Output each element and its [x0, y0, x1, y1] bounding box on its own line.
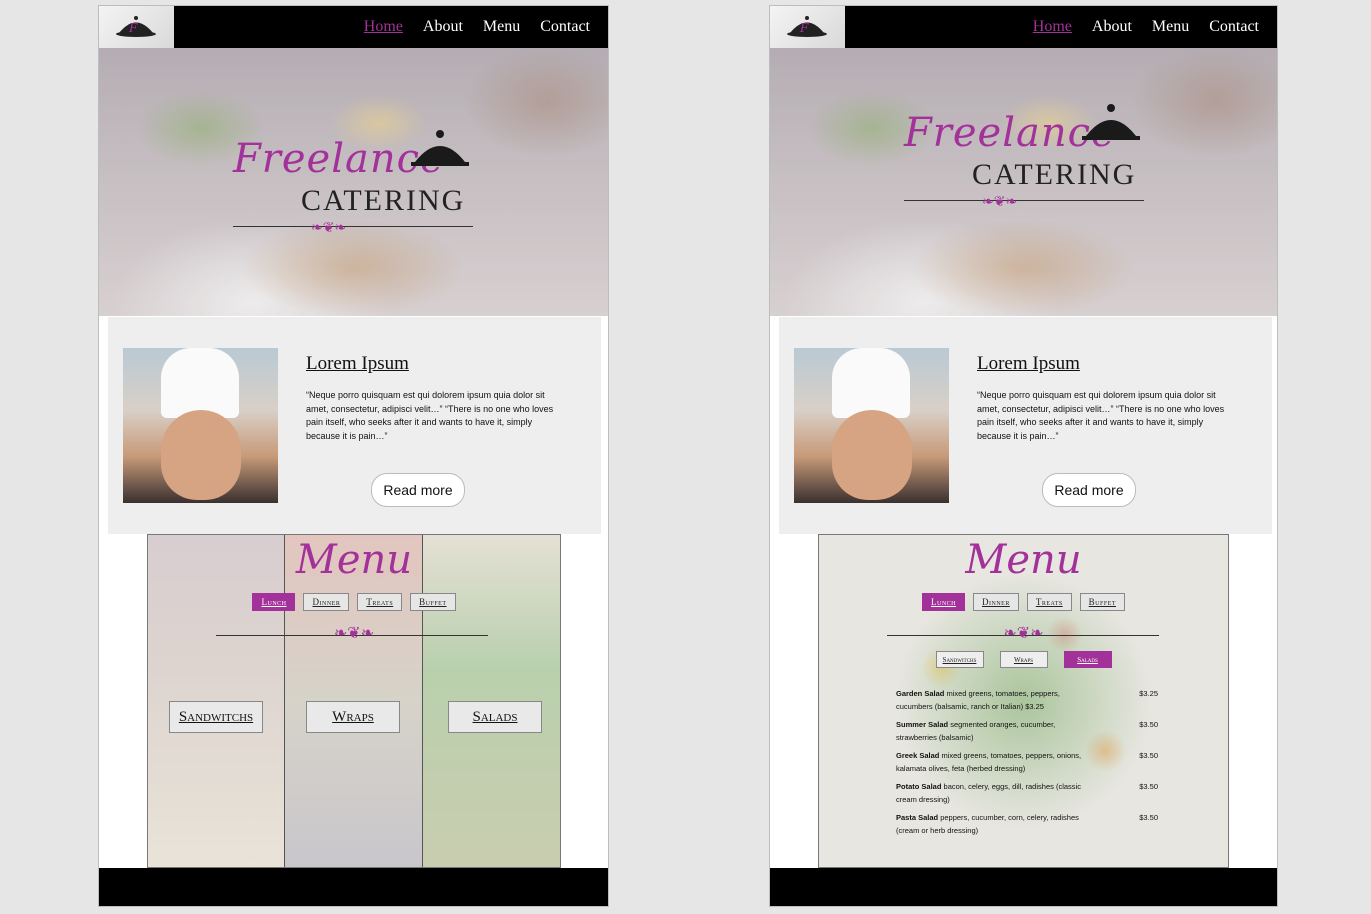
menu-item: Greek Salad mixed greens, tomatoes, pepp… — [896, 749, 1158, 775]
about-section: Lorem Ipsum “Neque porro quisquam est qu… — [779, 317, 1272, 534]
about-text: “Neque porro quisquam est qui dolorem ip… — [977, 390, 1225, 441]
footer — [99, 868, 608, 906]
nav-about[interactable]: About — [423, 18, 463, 36]
ornament-icon: ❧❦❧ — [982, 193, 1018, 209]
menu-item-price: $3.50 — [1139, 813, 1158, 822]
menu-title: Menu — [295, 537, 413, 583]
mockup-page-right: F Home About Menu Contact Freelance CATE… — [769, 5, 1278, 907]
ornament-icon: ❧❦❧ — [333, 625, 375, 642]
top-nav: F Home About Menu Contact — [770, 6, 1277, 48]
read-more-button[interactable]: Read more — [371, 473, 465, 507]
hero-banner: Freelance CATERING ❧❦❧ — [99, 48, 608, 316]
tab-buffet[interactable]: Buffet — [1079, 593, 1126, 611]
tab-treats[interactable]: Treats — [1026, 593, 1072, 611]
nav-links: Home About Menu Contact — [1033, 6, 1259, 48]
nav-home[interactable]: Home — [1033, 18, 1072, 36]
brand-caps: CATERING — [301, 184, 466, 217]
menu-item-name: Greek Salad — [896, 751, 940, 760]
tab-dinner[interactable]: Dinner — [972, 593, 1019, 611]
top-nav: F Home About Menu Contact — [99, 6, 608, 48]
logo[interactable]: F — [99, 6, 174, 48]
subtab-wraps[interactable]: Wraps — [999, 651, 1048, 668]
tab-lunch[interactable]: Lunch — [921, 593, 965, 611]
menu-item-name: Pasta Salad — [896, 813, 939, 822]
menu-title: Menu — [965, 537, 1082, 583]
cloche-icon — [1082, 104, 1140, 140]
svg-text:F: F — [128, 21, 138, 35]
menu-tabs: Lunch Dinner Treats Buffet — [819, 593, 1228, 611]
menu-item: Pasta Salad peppers, cucumber, corn, cel… — [896, 811, 1158, 837]
menu-item-name: Garden Salad — [896, 689, 945, 698]
chef-face — [161, 410, 241, 500]
menu-section: Menu Lunch Dinner Treats Buffet ❧❦❧ Sand… — [147, 534, 561, 868]
category-salads-button[interactable]: Salads — [448, 701, 542, 733]
category-sandwitchs-button[interactable]: Sandwitchs — [169, 701, 263, 733]
cloche-icon — [411, 130, 469, 166]
ornament-icon: ❧❦❧ — [311, 219, 347, 235]
chef-face — [832, 410, 912, 500]
menu-item: Potato Salad bacon, celery, eggs, dill, … — [896, 780, 1158, 806]
brand-rule — [904, 200, 1144, 201]
nav-contact[interactable]: Contact — [1209, 18, 1259, 36]
brand-logo: Freelance CATERING ❧❦❧ — [233, 126, 478, 236]
about-section: Lorem Ipsum “Neque porro quisquam est qu… — [108, 317, 601, 534]
chef-photo — [794, 348, 949, 503]
nav-menu[interactable]: Menu — [483, 18, 520, 36]
svg-text:F: F — [799, 21, 809, 35]
tab-treats[interactable]: Treats — [357, 593, 403, 611]
menu-item: Summer Salad segmented oranges, cucumber… — [896, 718, 1158, 744]
menu-subtabs: Sandwitchs Wraps Salads — [819, 651, 1228, 668]
menu-item-price: $3.50 — [1139, 751, 1158, 760]
menu-item-name: Potato Salad — [896, 782, 942, 791]
menu-item-name: Summer Salad — [896, 720, 949, 729]
about-heading: Lorem Ipsum — [306, 353, 409, 374]
subtab-sandwitchs[interactable]: Sandwitchs — [935, 651, 984, 668]
menu-item-price: $3.50 — [1139, 720, 1158, 729]
brand-caps: CATERING — [972, 158, 1137, 191]
menu-tabs: Lunch Dinner Treats Buffet — [148, 593, 560, 611]
tab-dinner[interactable]: Dinner — [303, 593, 350, 611]
tab-buffet[interactable]: Buffet — [410, 593, 456, 611]
about-text: “Neque porro quisquam est qui dolorem ip… — [306, 390, 554, 441]
logo[interactable]: F — [770, 6, 845, 48]
menu-section: Menu Lunch Dinner Treats Buffet ❧❦❧ Sand… — [818, 534, 1229, 868]
cloche-logo-icon: F — [787, 16, 827, 37]
nav-menu[interactable]: Menu — [1152, 18, 1189, 36]
menu-item: Garden Salad mixed greens, tomatoes, pep… — [896, 687, 1158, 713]
nav-links: Home About Menu Contact — [364, 6, 590, 48]
subtab-salads[interactable]: Salads — [1063, 651, 1112, 668]
category-wraps-button[interactable]: Wraps — [306, 701, 400, 733]
mockup-page-left: F Home About Menu Contact Freelance CATE… — [98, 5, 609, 907]
footer — [770, 868, 1277, 906]
chef-hat — [832, 348, 910, 418]
nav-home[interactable]: Home — [364, 18, 403, 36]
nav-contact[interactable]: Contact — [540, 18, 590, 36]
tab-lunch[interactable]: Lunch — [252, 593, 296, 611]
about-heading: Lorem Ipsum — [977, 353, 1080, 374]
chef-photo — [123, 348, 278, 503]
brand-logo: Freelance CATERING ❧❦❧ — [904, 100, 1149, 210]
hero-banner: Freelance CATERING ❧❦❧ — [770, 48, 1277, 316]
menu-item-price: $3.50 — [1139, 782, 1158, 791]
menu-item-price: $3.25 — [1139, 689, 1158, 698]
cloche-logo-icon: F — [116, 16, 156, 37]
menu-list: Garden Salad mixed greens, tomatoes, pep… — [896, 687, 1158, 842]
nav-about[interactable]: About — [1092, 18, 1132, 36]
ornament-icon: ❧❦❧ — [1003, 625, 1044, 642]
read-more-button[interactable]: Read more — [1042, 473, 1136, 507]
chef-hat — [161, 348, 239, 418]
brand-rule — [233, 226, 473, 227]
